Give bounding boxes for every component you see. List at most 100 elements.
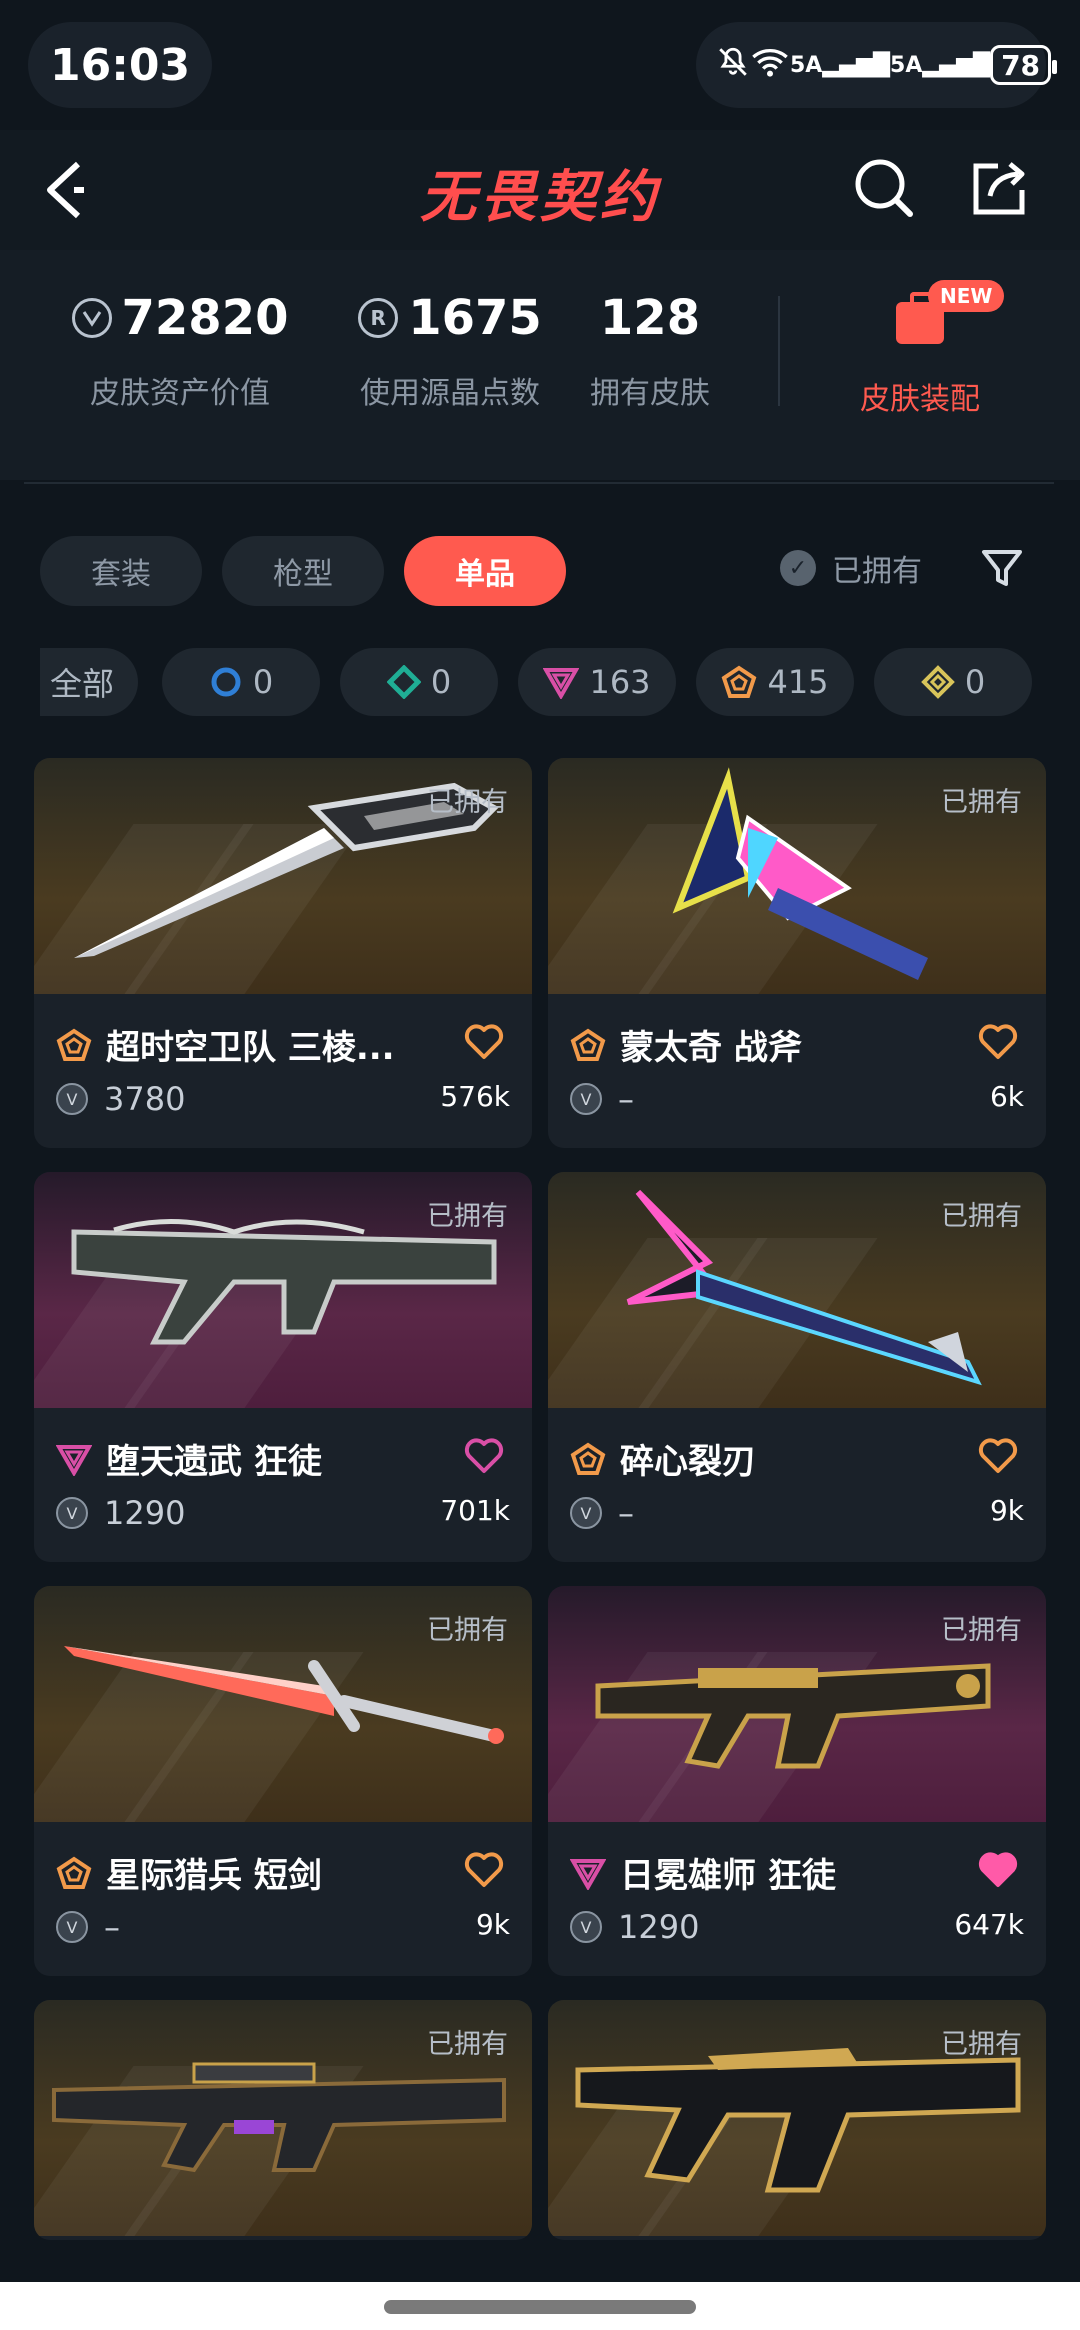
- owned-skins-count: 128: [599, 290, 701, 346]
- like-count: 9k: [989, 1494, 1024, 1527]
- skin-name: 超时空卫队 三棱...: [106, 1028, 395, 1068]
- funnel-icon: [982, 550, 1022, 586]
- status-bar: 16:03 5A▂▄▆█ 5A▂▄▆█ 78: [0, 0, 1080, 130]
- skin-price: 1290: [618, 1908, 700, 1946]
- skin-card[interactable]: 已拥有 超时空卫队 三棱... V 3780 576k: [34, 758, 532, 1148]
- system-indicators: 5A▂▄▆█ 5A▂▄▆█ 78: [696, 22, 1057, 108]
- search-icon: [855, 159, 913, 217]
- status-time: 16:03: [28, 22, 213, 108]
- exclusive-tier-icon: [722, 665, 757, 698]
- skin-price: –: [618, 1080, 634, 1118]
- like-heart-icon[interactable]: [978, 1024, 1018, 1060]
- owned-label: 已拥有: [941, 2029, 1022, 2060]
- skin-card[interactable]: 已拥有 星际猎兵 短剑 V – 9k: [34, 1586, 532, 1976]
- rarity-filter-chips: 全部 0 0 163 415 0: [40, 648, 1080, 720]
- stats-divider: [778, 296, 780, 406]
- like-heart-icon[interactable]: [464, 1852, 504, 1888]
- skin-name: 碎心裂刃: [620, 1442, 756, 1482]
- skin-image: 已拥有: [548, 1586, 1046, 1822]
- owned-label: 已拥有: [427, 2029, 508, 2060]
- like-heart-icon[interactable]: [464, 1438, 504, 1474]
- app-logo-title: 无畏契约: [420, 165, 660, 230]
- valorant-points-icon: V: [570, 1497, 602, 1529]
- share-icon: [973, 162, 1025, 215]
- select-tier-icon: [211, 667, 241, 697]
- chip-deluxe-tier[interactable]: 0: [340, 648, 498, 716]
- skin-image: 已拥有: [34, 758, 532, 994]
- skin-price: 1290: [104, 1494, 186, 1532]
- skin-price: 3780: [104, 1080, 186, 1118]
- chip-select-tier[interactable]: 0: [162, 648, 320, 716]
- skin-card[interactable]: 已拥有 蒙太奇 战斧 V – 6k: [548, 758, 1046, 1148]
- tab-single-items[interactable]: 单品: [404, 536, 566, 606]
- premium-tier-icon: [570, 1858, 606, 1890]
- like-count: 9k: [475, 1908, 510, 1941]
- chip-all-label: 全部: [50, 665, 115, 703]
- exclusive-tier-icon: [570, 1028, 606, 1061]
- section-divider: [24, 482, 1054, 484]
- skin-loadout-button[interactable]: NEW 皮肤装配: [820, 280, 1020, 418]
- chip-ultra-tier[interactable]: 0: [874, 648, 1032, 716]
- search-button[interactable]: [852, 156, 916, 220]
- screen: 16:03 5A▂▄▆█ 5A▂▄▆█ 78 无畏契约 72820 皮肤资产价值…: [0, 0, 1080, 2330]
- skin-card[interactable]: 已拥有: [34, 2000, 532, 2240]
- like-heart-icon[interactable]: [978, 1438, 1018, 1474]
- skin-card[interactable]: 已拥有 碎心裂刃 V – 9k: [548, 1172, 1046, 1562]
- app-header: 无畏契约: [0, 130, 1080, 250]
- share-button[interactable]: [968, 156, 1032, 220]
- chip-count: 0: [252, 663, 274, 701]
- skin-image: 已拥有: [548, 2000, 1046, 2236]
- owned-label: 已拥有: [941, 787, 1022, 818]
- skin-image: 已拥有: [548, 758, 1046, 994]
- owned-label: 已拥有: [427, 1201, 508, 1232]
- like-heart-icon[interactable]: [464, 1024, 504, 1060]
- chip-count: 0: [430, 663, 452, 701]
- skin-card[interactable]: 已拥有 堕天遗武 狂徒 V 1290 701k: [34, 1172, 532, 1562]
- skin-name: 堕天遗武 狂徒: [106, 1442, 322, 1482]
- skin-image: 已拥有: [548, 1172, 1046, 1408]
- asset-value-label: 皮肤资产价值: [90, 376, 270, 411]
- chip-exclusive-tier[interactable]: 415: [696, 648, 854, 716]
- premium-tier-icon: [56, 1444, 92, 1476]
- radianite-icon: R: [358, 298, 399, 338]
- home-indicator[interactable]: [384, 2300, 696, 2314]
- mute-icon: [716, 45, 750, 86]
- skin-image: 已拥有: [34, 1586, 532, 1822]
- check-circle-icon: ✓: [780, 550, 816, 586]
- skin-price: –: [618, 1494, 634, 1532]
- filter-button[interactable]: [980, 546, 1024, 590]
- valorant-points-icon: [71, 298, 112, 338]
- skin-card[interactable]: 已拥有 日冕雄师 狂徒 V 1290 647k: [548, 1586, 1046, 1976]
- like-heart-icon[interactable]: [978, 1852, 1018, 1888]
- chip-count: 415: [767, 663, 829, 701]
- stat-owned-skins: 128 拥有皮肤: [570, 290, 730, 412]
- owned-label: 已拥有: [941, 1615, 1022, 1646]
- skin-image: 已拥有: [34, 1172, 532, 1408]
- valorant-points-icon: V: [56, 1083, 88, 1115]
- owned-filter-toggle[interactable]: ✓ 已拥有: [780, 546, 922, 590]
- owned-label: 已拥有: [941, 1201, 1022, 1232]
- valorant-points-icon: V: [56, 1497, 88, 1529]
- skin-price: –: [104, 1908, 120, 1946]
- skin-card[interactable]: 已拥有: [548, 2000, 1046, 2240]
- radianite-value: 1675: [408, 290, 542, 346]
- battery-icon: 78: [990, 45, 1057, 85]
- chip-count: 163: [589, 663, 651, 701]
- tab-weapon-type[interactable]: 枪型: [222, 536, 384, 606]
- like-count: 576k: [440, 1080, 510, 1113]
- chip-premium-tier[interactable]: 163: [518, 648, 676, 716]
- tab-bundles[interactable]: 套装: [40, 536, 202, 606]
- owned-skins-label: 拥有皮肤: [590, 376, 710, 411]
- skin-loadout-label: 皮肤装配: [860, 382, 980, 417]
- exclusive-tier-icon: [56, 1856, 92, 1889]
- asset-value: 72820: [121, 290, 289, 346]
- signal-icon-1: 5A▂▄▆█: [790, 52, 891, 78]
- owned-filter-label: 已拥有: [832, 554, 922, 589]
- back-button[interactable]: [38, 158, 98, 222]
- wifi-icon: [750, 45, 790, 86]
- skin-name: 星际猎兵 短剑: [106, 1856, 322, 1896]
- radianite-label: 使用源晶点数: [360, 376, 540, 411]
- valorant-points-icon: V: [570, 1083, 602, 1115]
- new-badge: NEW: [928, 280, 1005, 312]
- chip-all[interactable]: 全部: [40, 648, 138, 716]
